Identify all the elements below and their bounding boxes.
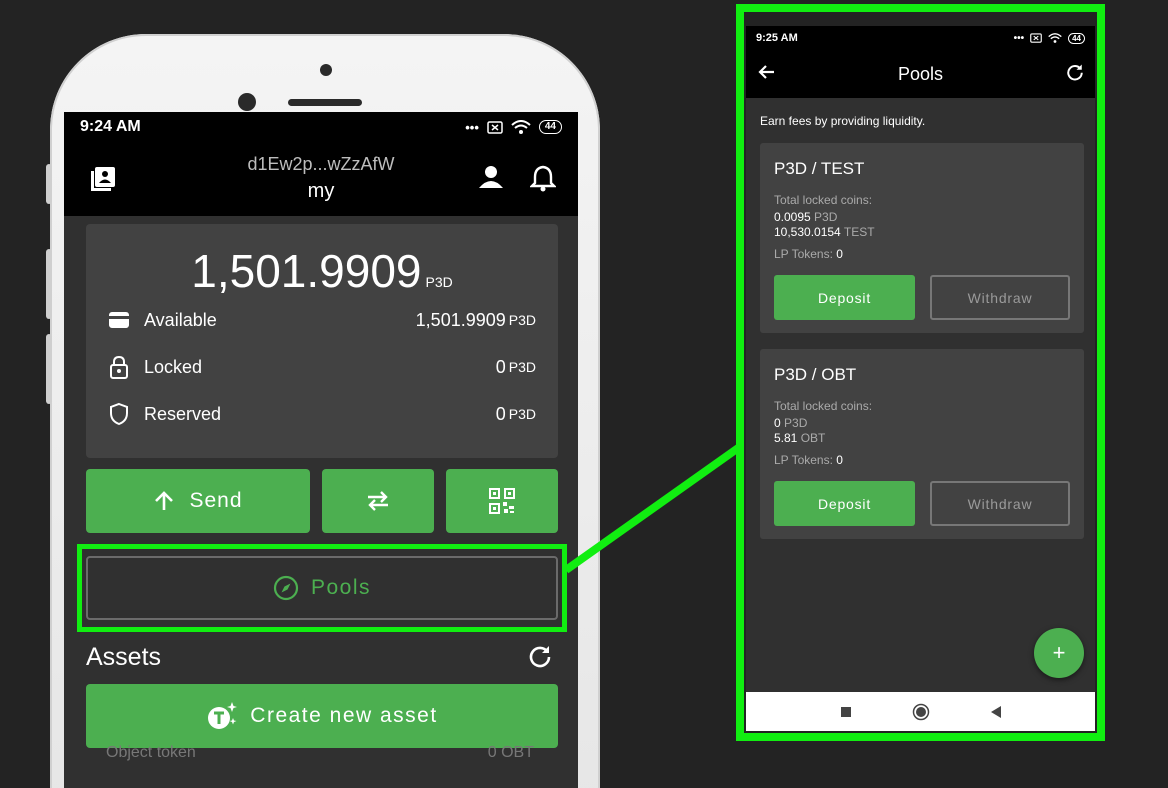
page-title: Pools — [897, 64, 944, 84]
pool-amount-value: 10,530.0154 — [774, 225, 841, 239]
no-sim-icon — [1030, 33, 1042, 43]
deposit-button[interactable]: Deposit — [774, 275, 915, 320]
pool-amount-unit: TEST — [843, 225, 875, 239]
pool-amount: 10,530.0154 TEST — [774, 225, 875, 239]
pool-amount-value: 5.81 — [774, 431, 798, 445]
pool-amount: 5.81 OBT — [774, 431, 825, 445]
wifi-icon — [1048, 33, 1062, 43]
lp-tokens-value: 0 — [836, 247, 843, 261]
status-bar: 9:25 AM ••• 44 — [746, 26, 1095, 50]
lp-tokens-label: LP Tokens: — [774, 453, 833, 467]
pools-screen: 9:25 AM ••• 44 Pools Earn fees by provid… — [746, 26, 1095, 731]
battery-icon: 44 — [1068, 32, 1085, 44]
pool-amount: 0.0095 P3D — [774, 210, 837, 224]
system-nav-bar — [746, 692, 1095, 731]
pool-name: P3D / TEST — [774, 159, 865, 178]
pool-amount-unit: P3D — [814, 210, 838, 224]
pool-card: P3D / OBT Total locked coins: 0 P3D 5.81… — [760, 349, 1084, 539]
status-time: 9:25 AM — [756, 32, 798, 44]
withdraw-button[interactable]: Withdraw — [930, 275, 1070, 320]
refresh-icon[interactable] — [1066, 63, 1084, 86]
add-pool-fab[interactable]: + — [1034, 628, 1084, 678]
lp-tokens-value: 0 — [836, 453, 843, 467]
app-bar: Pools — [746, 50, 1095, 98]
pool-name: P3D / OBT — [774, 365, 857, 384]
pool-amount-value: 0 — [774, 416, 781, 430]
pool-card: P3D / TEST Total locked coins: 0.0095 P3… — [760, 143, 1084, 333]
pool-amount: 0 P3D — [774, 416, 807, 430]
status-icons: ••• 44 — [1013, 32, 1085, 44]
deposit-button[interactable]: Deposit — [774, 481, 915, 526]
pool-amount-value: 0.0095 — [774, 210, 811, 224]
pool-amount-unit: P3D — [784, 416, 808, 430]
lp-tokens: LP Tokens: 0 — [774, 453, 843, 467]
pools-button-highlight — [77, 544, 567, 632]
more-dots-icon: ••• — [1013, 32, 1025, 44]
withdraw-button[interactable]: Withdraw — [930, 481, 1070, 526]
recents-square-icon[interactable] — [840, 706, 852, 718]
pools-subtitle: Earn fees by providing liquidity. — [760, 114, 926, 128]
locked-coins-label: Total locked coins: — [774, 193, 873, 207]
locked-coins-label: Total locked coins: — [774, 399, 873, 413]
pool-amount-unit: OBT — [800, 431, 826, 445]
lp-tokens-label: LP Tokens: — [774, 247, 833, 261]
back-triangle-icon[interactable] — [990, 705, 1002, 719]
home-circle-icon[interactable] — [912, 703, 930, 721]
lp-tokens: LP Tokens: 0 — [774, 247, 843, 261]
